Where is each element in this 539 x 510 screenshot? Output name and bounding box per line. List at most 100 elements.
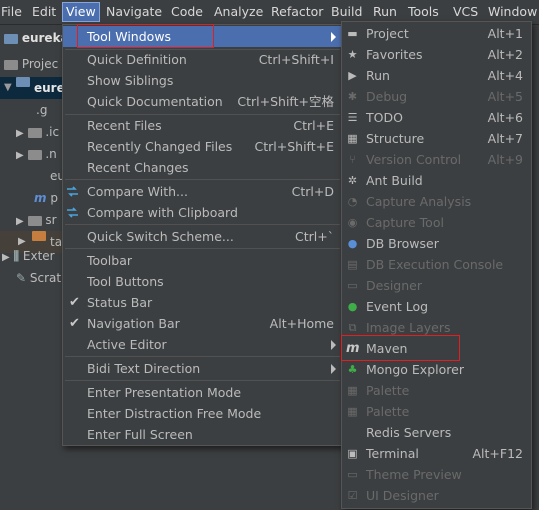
- submenu-item-run[interactable]: ▶ Run Alt+4: [342, 65, 531, 86]
- tree-item[interactable]: m p: [34, 187, 58, 209]
- menu-item-status-bar[interactable]: ✔ Status Bar: [63, 292, 342, 313]
- submenu-item-theme-preview[interactable]: ▭ Theme Preview: [342, 464, 531, 485]
- separator: [65, 248, 340, 249]
- submenu-item-label: DB Browser: [366, 236, 439, 251]
- menu-refactor[interactable]: Refactor: [271, 3, 323, 21]
- folder-icon: [4, 33, 18, 44]
- designer-icon: ▭: [347, 279, 358, 292]
- library-icon: ⫼: [13, 249, 20, 263]
- menu-item-active-editor[interactable]: Active Editor: [63, 334, 342, 355]
- submenu-item-db-browser[interactable]: ● DB Browser: [342, 233, 531, 254]
- console-icon: ▤: [347, 258, 358, 271]
- external-libraries[interactable]: ▶ ⫼ Exter: [2, 245, 55, 267]
- menu-item-quick-switch-scheme[interactable]: Quick Switch Scheme... Ctrl+`: [63, 226, 342, 247]
- menu-item-compare-with-clipboard[interactable]: Compare with Clipboard: [63, 202, 342, 223]
- submenu-item-structure[interactable]: ▦ Structure Alt+7: [342, 128, 531, 149]
- submenu-item-label: Run: [366, 68, 390, 83]
- tree-item[interactable]: ▶ .ic: [16, 121, 59, 143]
- submenu-item-project[interactable]: ▬ Project Alt+1: [342, 23, 531, 44]
- camera-icon: ◉: [347, 216, 358, 229]
- menu-item-distraction-free-mode[interactable]: Enter Distraction Free Mode: [63, 403, 342, 424]
- submenu-item-label: Capture Tool: [366, 215, 444, 230]
- separator: [65, 380, 340, 381]
- menu-item-presentation-mode[interactable]: Enter Presentation Mode: [63, 382, 342, 403]
- menu-build[interactable]: Build: [331, 3, 362, 21]
- menu-view[interactable]: View: [62, 2, 100, 22]
- menu-run[interactable]: Run: [373, 3, 397, 21]
- db-icon: ●: [347, 237, 358, 250]
- submenu-item-label: Palette: [366, 383, 410, 398]
- event-log-icon: ●: [347, 300, 358, 313]
- submenu-item-ui-designer[interactable]: ☑ UI Designer: [342, 485, 531, 506]
- tree-item[interactable]: ▶ sr: [16, 209, 57, 231]
- menu-item-bidi-text-direction[interactable]: Bidi Text Direction: [63, 358, 342, 379]
- tree-item[interactable]: .g: [36, 99, 47, 121]
- submenu-item-mongo-explorer[interactable]: ♣ Mongo Explorer: [342, 359, 531, 380]
- ui-designer-icon: ☑: [347, 489, 358, 502]
- checkmark-icon: ✔: [69, 316, 80, 331]
- submenu-item-shortcut: Alt+4: [487, 68, 523, 83]
- todo-icon: ☰: [347, 111, 358, 124]
- separator: [65, 179, 340, 180]
- capture-icon: ◔: [347, 195, 358, 208]
- menu-analyze[interactable]: Analyze: [214, 3, 263, 21]
- submenu-item-label: Event Log: [366, 299, 429, 314]
- vcs-icon: ⑂: [349, 153, 356, 166]
- menu-item-recently-changed-files[interactable]: Recently Changed Files Ctrl+Shift+E: [63, 136, 342, 157]
- folder-icon: [27, 149, 42, 160]
- submenu-item-capture-tool[interactable]: ◉ Capture Tool: [342, 212, 531, 233]
- submenu-item-capture-analysis[interactable]: ◔ Capture Analysis: [342, 191, 531, 212]
- submenu-item-todo[interactable]: ☰ TODO Alt+6: [342, 107, 531, 128]
- submenu-item-db-execution-console[interactable]: ▤ DB Execution Console: [342, 254, 531, 275]
- menu-file[interactable]: File: [1, 3, 22, 21]
- expand-icon: ▶: [16, 150, 24, 161]
- menu-item-recent-files[interactable]: Recent Files Ctrl+E: [63, 115, 342, 136]
- menu-navigate[interactable]: Navigate: [106, 3, 162, 21]
- menu-edit[interactable]: Edit: [32, 3, 56, 21]
- submenu-arrow-icon: [331, 364, 336, 374]
- project-tab[interactable]: eureka: [4, 27, 69, 49]
- submenu-item-redis-servers[interactable]: Redis Servers: [342, 422, 531, 443]
- submenu-item-favorites[interactable]: ★ Favorites Alt+2: [342, 44, 531, 65]
- submenu-item-designer[interactable]: ▭ Designer: [342, 275, 531, 296]
- menu-item-full-screen[interactable]: Enter Full Screen: [63, 424, 342, 445]
- submenu-item-palette[interactable]: ▦ Palette: [342, 380, 531, 401]
- scratches[interactable]: ✎ Scrat: [16, 267, 61, 289]
- palette-icon: ▦: [347, 405, 358, 418]
- submenu-item-version-control[interactable]: ⑂ Version Control Alt+9: [342, 149, 531, 170]
- submenu-arrow-icon: [331, 32, 336, 42]
- submenu-item-event-log[interactable]: ● Event Log: [342, 296, 531, 317]
- debug-icon: ✱: [347, 90, 358, 103]
- menu-item-quick-definition[interactable]: Quick Definition Ctrl+Shift+I: [63, 49, 342, 70]
- highlight-box-maven: [341, 335, 460, 361]
- tree-item[interactable]: ▶ .n: [16, 143, 57, 165]
- submenu-item-label: Debug: [366, 89, 408, 104]
- menu-tools[interactable]: Tools: [408, 3, 439, 21]
- menu-item-recent-changes[interactable]: Recent Changes: [63, 157, 342, 178]
- layers-icon: ⧉: [348, 321, 357, 334]
- separator: [65, 224, 340, 225]
- submenu-item-label: Redis Servers: [366, 425, 452, 440]
- menu-vcs[interactable]: VCS: [453, 3, 478, 21]
- tree-root[interactable]: ▼ eure: [0, 77, 65, 99]
- submenu-item-label: TODO: [366, 110, 403, 125]
- submenu-item-palette[interactable]: ▦ Palette: [342, 401, 531, 422]
- menu-item-navigation-bar[interactable]: ✔ Navigation Bar Alt+Home: [63, 313, 342, 334]
- project-view-label[interactable]: Projec: [4, 53, 58, 75]
- menu-item-quick-documentation[interactable]: Quick Documentation Ctrl+Shift+空格: [63, 91, 342, 112]
- submenu-item-label: UI Designer: [366, 488, 439, 503]
- submenu-item-shortcut: Alt+1: [487, 26, 523, 41]
- menu-item-toolbar[interactable]: Toolbar: [63, 250, 342, 271]
- submenu-item-shortcut: Alt+6: [487, 110, 523, 125]
- menu-code[interactable]: Code: [171, 3, 203, 21]
- submenu-item-label: Structure: [366, 131, 425, 146]
- submenu-item-ant-build[interactable]: ✲ Ant Build: [342, 170, 531, 191]
- palette-icon: ▦: [347, 384, 358, 397]
- menu-item-tool-buttons[interactable]: Tool Buttons: [63, 271, 342, 292]
- submenu-item-debug[interactable]: ✱ Debug Alt+5: [342, 86, 531, 107]
- submenu-item-terminal[interactable]: ▣ Terminal Alt+F12: [342, 443, 531, 464]
- menu-item-show-siblings[interactable]: Show Siblings: [63, 70, 342, 91]
- terminal-icon: ▣: [347, 447, 358, 460]
- menu-window[interactable]: Window: [488, 3, 537, 21]
- menu-item-compare-with[interactable]: Compare With... Ctrl+D: [63, 181, 342, 202]
